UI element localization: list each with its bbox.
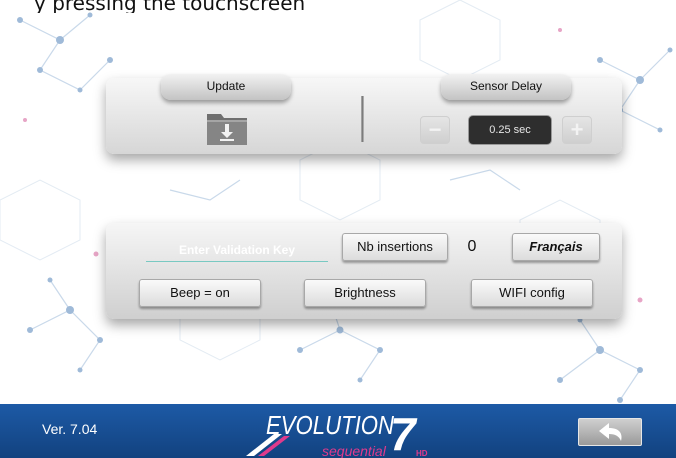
nb-insertions-button[interactable]: Nb insertions <box>342 233 448 261</box>
sensor-delay-value: 0.25 sec <box>468 115 552 145</box>
decrease-delay-button[interactable]: − <box>420 116 450 144</box>
logo-number: 7 <box>390 408 418 458</box>
sensor-delay-tab: Sensor Delay <box>441 74 571 100</box>
header-partial-text: y pressing the touchscreen <box>34 0 306 13</box>
version-label: Ver. 7.04 <box>42 421 98 437</box>
update-sensor-panel: Update Sensor Delay − 0.25 sec + <box>106 74 622 154</box>
language-button[interactable]: Français <box>512 233 600 261</box>
beep-toggle-button[interactable]: Beep = on <box>139 279 261 307</box>
validation-key-input[interactable] <box>146 239 328 262</box>
nb-insertions-count: 0 <box>467 238 477 255</box>
update-tab: Update <box>161 74 291 100</box>
panel-divider <box>361 96 364 142</box>
back-arrow-icon <box>599 423 622 441</box>
logo-sub-text: sequential <box>322 443 387 458</box>
logo-evolution-text: EVOLUTION <box>266 410 394 440</box>
logo-badge: HD <box>416 449 428 458</box>
footer-bar: Ver. 7.04 EVOLUTION 7 sequential HD <box>0 404 676 458</box>
brightness-button[interactable]: Brightness <box>304 279 426 307</box>
back-button[interactable] <box>578 418 642 446</box>
folder-download-icon[interactable] <box>206 110 248 146</box>
settings-panel: Nb insertions 0 Français Beep = on Brigh… <box>106 223 622 319</box>
increase-delay-button[interactable]: + <box>562 116 592 144</box>
wifi-config-button[interactable]: WIFI config <box>471 279 593 307</box>
evolution-logo: EVOLUTION 7 sequential HD <box>246 408 428 458</box>
